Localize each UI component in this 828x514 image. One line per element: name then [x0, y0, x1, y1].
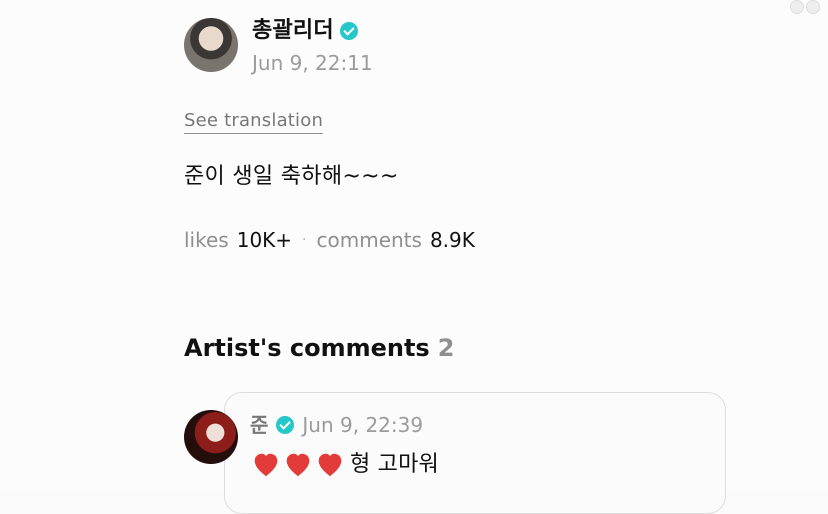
- comments-label: comments: [316, 228, 422, 252]
- corner-dot-icon: [790, 0, 804, 14]
- post-header: 총괄리더 Jun 9, 22:11: [184, 18, 644, 78]
- commenter-avatar[interactable]: [184, 410, 238, 464]
- stats-divider: ·: [302, 232, 307, 248]
- commenter-name[interactable]: 준: [250, 412, 268, 438]
- heart-icon: [254, 453, 278, 477]
- heart-icon: [318, 453, 342, 477]
- see-translation-link[interactable]: See translation: [184, 110, 324, 134]
- post-body-text: 준이 생일 축하해~~~: [184, 164, 399, 189]
- likes-label: likes: [184, 228, 229, 252]
- corner-dot-icon: [806, 0, 820, 14]
- post-timestamp: Jun 9, 22:11: [252, 51, 373, 75]
- post-header-text: 총괄리더 Jun 9, 22:11: [252, 16, 373, 78]
- artist-comments-title: Artist's comments: [184, 334, 430, 362]
- author-avatar[interactable]: [184, 18, 238, 72]
- heart-icon: [286, 453, 310, 477]
- comment-text-row: 형 고마워: [252, 450, 439, 480]
- verified-badge-icon: [276, 416, 295, 434]
- comment-timestamp: Jun 9, 22:39: [302, 413, 424, 437]
- likes-value: 10K+: [236, 228, 293, 252]
- author-name-row: 총괄리더: [252, 16, 373, 46]
- post-stats: likes 10K+ · comments 8.9K: [184, 226, 644, 254]
- artist-comments-heading: Artist's comments 2: [184, 332, 454, 364]
- artist-comments-count: 2: [437, 334, 455, 362]
- author-name[interactable]: 총괄리더: [252, 16, 334, 46]
- top-right-icons: [790, 0, 820, 14]
- verified-badge-icon: [339, 22, 358, 40]
- page: 총괄리더 Jun 9, 22:11 See translation 준이 생일 …: [0, 0, 828, 514]
- comment-header: 준 Jun 9, 22:39: [250, 412, 423, 438]
- comments-value: 8.9K: [429, 228, 475, 252]
- post: 총괄리더 Jun 9, 22:11 See translation 준이 생일 …: [184, 18, 644, 254]
- comment-text: 형 고마워: [350, 452, 439, 477]
